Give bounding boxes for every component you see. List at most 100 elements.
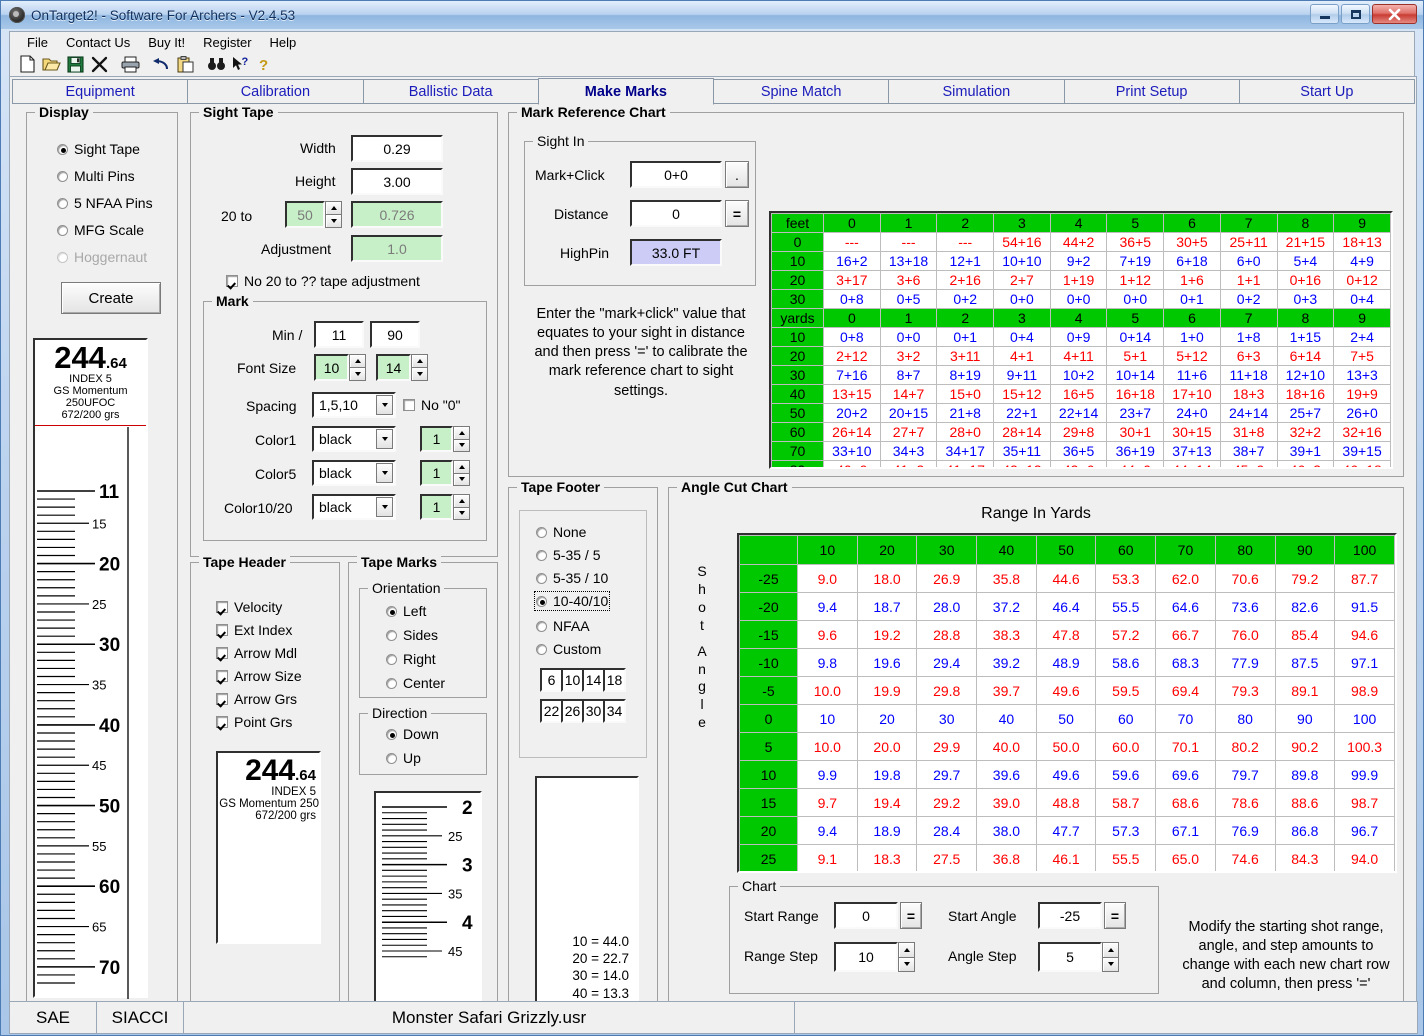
spinner-down[interactable] — [1102, 958, 1119, 973]
check-arrow-mdl[interactable]: Arrow Mdl — [216, 645, 297, 661]
tab-ballistic-data[interactable]: Ballistic Data — [363, 79, 539, 104]
maximize-button[interactable] — [1341, 4, 1370, 24]
spinner-down[interactable] — [325, 215, 342, 228]
width-input[interactable]: 0.29 — [351, 135, 443, 162]
delete-button[interactable] — [87, 53, 111, 75]
start-angle-input[interactable]: -25 — [1038, 902, 1102, 929]
spinner-up[interactable] — [453, 494, 470, 508]
radio-footer-custom[interactable]: Custom — [536, 641, 601, 657]
mark-min-input[interactable]: 11 — [314, 321, 364, 348]
chevron-down-icon[interactable] — [376, 395, 393, 415]
radio-multi-pins[interactable]: Multi Pins — [57, 168, 135, 184]
custom-cell[interactable]: 6 — [540, 668, 563, 692]
range-step-input[interactable]: 10 — [834, 942, 898, 972]
font-size-1-input[interactable]: 10 — [314, 354, 349, 381]
radio-footer-5-35-5[interactable]: 5-35 / 5 — [536, 547, 600, 563]
markclick-input[interactable]: 0+0 — [630, 161, 722, 188]
radio-orientation-right[interactable]: Right — [386, 651, 436, 667]
radio-footer-nfaa[interactable]: NFAA — [536, 618, 590, 634]
paste-button[interactable] — [173, 53, 197, 75]
spinner-down[interactable] — [453, 440, 470, 453]
custom-cell[interactable]: 14 — [582, 668, 605, 692]
tab-start-up[interactable]: Start Up — [1239, 79, 1415, 104]
chevron-down-icon[interactable] — [376, 463, 393, 483]
check-ext-index[interactable]: Ext Index — [216, 622, 292, 638]
radio-mfg-scale[interactable]: MFG Scale — [57, 222, 144, 238]
close-button[interactable] — [1372, 4, 1417, 24]
spinner-down[interactable] — [411, 368, 428, 381]
spinner-up[interactable] — [325, 201, 342, 215]
check-velocity[interactable]: Velocity — [216, 599, 282, 615]
spinner-down[interactable] — [453, 474, 470, 487]
custom-cell[interactable]: 10 — [561, 668, 584, 692]
angle-step-spinner[interactable] — [1102, 942, 1119, 972]
undo-button[interactable] — [149, 53, 173, 75]
distance-equals-button[interactable]: = — [725, 200, 749, 227]
status-sae[interactable]: SAE — [9, 1001, 97, 1034]
height-input[interactable]: 3.00 — [351, 168, 443, 195]
custom-cell[interactable]: 30 — [582, 699, 605, 723]
mark-max-input[interactable]: 90 — [370, 321, 420, 348]
spinner-up[interactable] — [1102, 942, 1119, 958]
spinner-up[interactable] — [453, 426, 470, 440]
spinner-up[interactable] — [349, 354, 366, 368]
spinner-down[interactable] — [898, 958, 915, 973]
color5-width-input[interactable]: 1 — [420, 460, 453, 486]
check-arrow-size[interactable]: Arrow Size — [216, 668, 302, 684]
color1020-spinner[interactable] — [453, 494, 470, 520]
font-size-2-input[interactable]: 14 — [376, 354, 411, 381]
chevron-down-icon[interactable] — [376, 497, 393, 517]
spinner-up[interactable] — [898, 942, 915, 958]
radio-footer-10-40-10[interactable]: 10-40/10 — [536, 593, 608, 609]
spacing-select[interactable]: 1,5,10 — [312, 392, 396, 418]
custom-cell[interactable]: 34 — [603, 699, 626, 723]
start-range-input[interactable]: 0 — [834, 902, 898, 929]
menu-help[interactable]: Help — [261, 34, 306, 51]
tab-print-setup[interactable]: Print Setup — [1064, 79, 1240, 104]
minimize-button[interactable] — [1310, 4, 1339, 24]
tab-calibration[interactable]: Calibration — [187, 79, 363, 104]
chevron-down-icon[interactable] — [376, 429, 393, 449]
open-button[interactable] — [39, 53, 63, 75]
radio-orientation-center[interactable]: Center — [386, 675, 445, 691]
start-angle-equals-button[interactable]: = — [1104, 902, 1126, 929]
color1020-width-input[interactable]: 1 — [420, 494, 453, 520]
range-step-spinner[interactable] — [898, 942, 915, 972]
angle-step-input[interactable]: 5 — [1038, 942, 1102, 972]
color1020-select[interactable]: black — [312, 494, 396, 520]
radio-direction-down[interactable]: Down — [386, 726, 439, 742]
menu-contact[interactable]: Contact Us — [57, 34, 139, 51]
color1-spinner[interactable] — [453, 426, 470, 452]
no-tape-adjustment-checkbox[interactable]: No 20 to ?? tape adjustment — [226, 273, 420, 289]
tab-spine-match[interactable]: Spine Match — [713, 79, 889, 104]
markclick-dot-button[interactable]: . — [725, 161, 749, 188]
check-arrow-grs[interactable]: Arrow Grs — [216, 691, 297, 707]
distance-input[interactable]: 0 — [630, 200, 722, 227]
color5-spinner[interactable] — [453, 460, 470, 486]
spinner-down[interactable] — [453, 508, 470, 521]
spinner-down[interactable] — [349, 368, 366, 381]
twenty-to-spinner[interactable] — [325, 201, 342, 228]
menu-buy[interactable]: Buy It! — [139, 34, 194, 51]
custom-cell[interactable]: 22 — [540, 699, 563, 723]
menu-register[interactable]: Register — [194, 34, 260, 51]
save-button[interactable] — [63, 53, 87, 75]
new-button[interactable] — [15, 53, 39, 75]
about-button[interactable]: ? — [252, 53, 276, 75]
custom-cell[interactable]: 26 — [561, 699, 584, 723]
radio-footer-5-35-10[interactable]: 5-35 / 10 — [536, 570, 608, 586]
find-button[interactable] — [204, 53, 228, 75]
menu-file[interactable]: File — [18, 34, 57, 51]
tab-make-marks[interactable]: Make Marks — [538, 78, 714, 105]
font-size-1-spinner[interactable] — [349, 354, 366, 381]
radio-footer-none[interactable]: None — [536, 524, 586, 540]
radio-orientation-left[interactable]: Left — [386, 603, 426, 619]
radio-direction-up[interactable]: Up — [386, 750, 421, 766]
radio-5-nfaa-pins[interactable]: 5 NFAA Pins — [57, 195, 153, 211]
color1-select[interactable]: black — [312, 426, 396, 452]
print-button[interactable] — [118, 53, 142, 75]
twenty-to-input[interactable]: 50 — [285, 201, 325, 228]
no-zero-checkbox[interactable]: No "0" — [403, 397, 461, 413]
color1-width-input[interactable]: 1 — [420, 426, 453, 452]
status-siacci[interactable]: SIACCI — [96, 1001, 184, 1034]
